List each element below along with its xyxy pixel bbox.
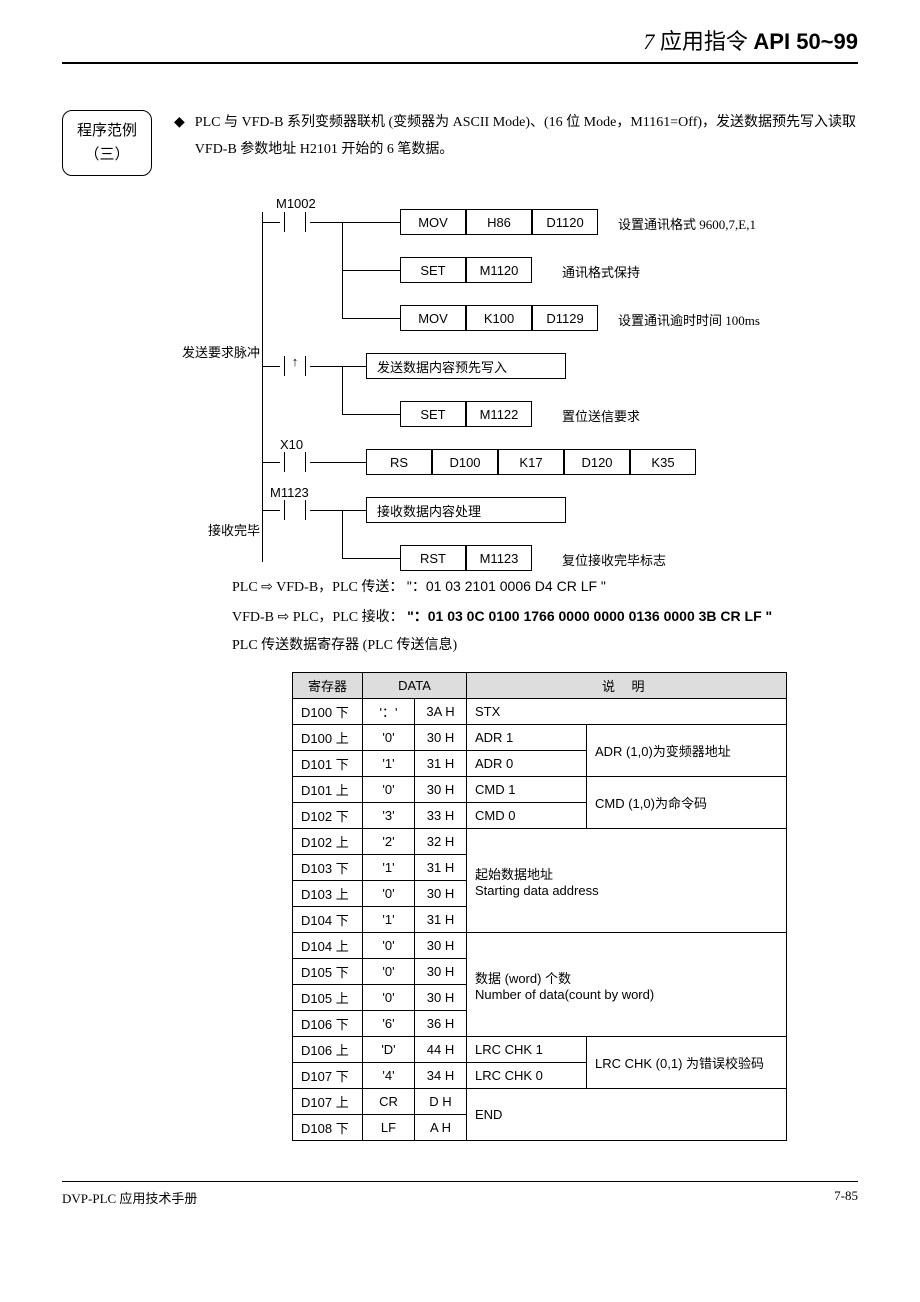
box-set1: SET: [400, 257, 466, 283]
box-d120: D120: [564, 449, 630, 475]
box-k100: K100: [466, 305, 532, 331]
tx2-data: "：01 03 0C 0100 1766 0000 0000 0136 0000…: [407, 608, 772, 624]
table-row: D107 上 CR D H END: [293, 1089, 787, 1115]
contact-label-x10: X10: [280, 437, 303, 452]
note-r8: 复位接收完毕标志: [562, 550, 666, 569]
box-rs: RS: [366, 449, 432, 475]
tx1-label: PLC ⇨ VFD-B，PLC 传送：: [232, 580, 403, 595]
table-row: D106 上 'D' 44 H LRC CHK 1 LRC CHK (0,1) …: [293, 1037, 787, 1063]
page-footer: DVP-PLC 应用技术手册 7-85: [62, 1181, 858, 1207]
box-m1120: M1120: [466, 257, 532, 283]
table-row: D101 上 '0' 30 H CMD 1 CMD (1,0)为命令码: [293, 777, 787, 803]
tx2: VFD-B ⇨ PLC，PLC 接收： "：01 03 0C 0100 1766…: [232, 602, 858, 632]
contact-label-m1123: M1123: [270, 485, 309, 500]
tx1-data: "：01 03 2101 0006 D4 CR LF ": [407, 578, 606, 594]
table-row: D102 上 '2' 32 H 起始数据地址 Starting data add…: [293, 829, 787, 855]
tx3: PLC 传送数据寄存器 (PLC 传送信息): [232, 632, 858, 660]
footer-right: 7-85: [834, 1188, 858, 1207]
note-r1: 设置通讯格式 9600,7,E,1: [618, 214, 756, 233]
ladder-diagram: M1002 MOV H86 D1120 设置通讯格式 9600,7,E,1 SE…: [262, 202, 920, 562]
th-reg: 寄存器: [293, 673, 363, 699]
box-d100: D100: [432, 449, 498, 475]
box-prewrite: 发送数据内容预先写入: [366, 353, 566, 379]
example-badge-line1: 程序范例: [77, 119, 137, 143]
contact-label-pulse: 发送要求脉冲: [182, 342, 260, 361]
table-row: D100 下 '：' 3A H STX: [293, 699, 787, 725]
data-table: 寄存器 DATA 说 明 D100 下 '：' 3A H STX D100 上 …: [292, 672, 787, 1141]
example-badge-line2: （三）: [77, 143, 137, 167]
side-recv-done: 接收完毕: [208, 520, 260, 539]
box-h86: H86: [466, 209, 532, 235]
contact-label-m1002: M1002: [276, 196, 316, 211]
api-range: API 50~99: [753, 29, 858, 54]
tx2-label: VFD-B ⇨ PLC，PLC 接收：: [232, 610, 404, 625]
table-row: D100 上 '0' 30 H ADR 1 ADR (1,0)为变频器地址: [293, 725, 787, 751]
chapter-title: 应用指令: [660, 29, 748, 54]
box-mov2: MOV: [400, 305, 466, 331]
box-m1123: M1123: [466, 545, 532, 571]
box-m1122: M1122: [466, 401, 532, 427]
box-set2: SET: [400, 401, 466, 427]
box-d1129: D1129: [532, 305, 598, 331]
box-rst: RST: [400, 545, 466, 571]
note-r3: 设置通讯逾时时间 100ms: [618, 310, 760, 329]
example-badge: 程序范例 （三）: [62, 110, 152, 176]
page-header: 7 应用指令 API 50~99: [62, 24, 858, 64]
intro-text: PLC 与 VFD-B 系列变频器联机 (变频器为 ASCII Mode)、(1…: [195, 110, 858, 163]
tx1: PLC ⇨ VFD-B，PLC 传送： "：01 03 2101 0006 D4…: [232, 572, 858, 602]
bullet-icon: ◆: [174, 110, 185, 137]
note-r2: 通讯格式保持: [562, 262, 640, 281]
footer-left: DVP-PLC 应用技术手册: [62, 1188, 197, 1207]
th-data: DATA: [363, 673, 467, 699]
box-d1120: D1120: [532, 209, 598, 235]
th-desc: 说 明: [467, 673, 787, 699]
box-k17: K17: [498, 449, 564, 475]
box-recv-proc: 接收数据内容处理: [366, 497, 566, 523]
table-row: D104 上 '0' 30 H 数据 (word) 个数 Number of d…: [293, 933, 787, 959]
box-k35: K35: [630, 449, 696, 475]
chapter-number: 7: [643, 29, 654, 54]
note-r5: 置位送信要求: [562, 406, 640, 425]
box-mov: MOV: [400, 209, 466, 235]
